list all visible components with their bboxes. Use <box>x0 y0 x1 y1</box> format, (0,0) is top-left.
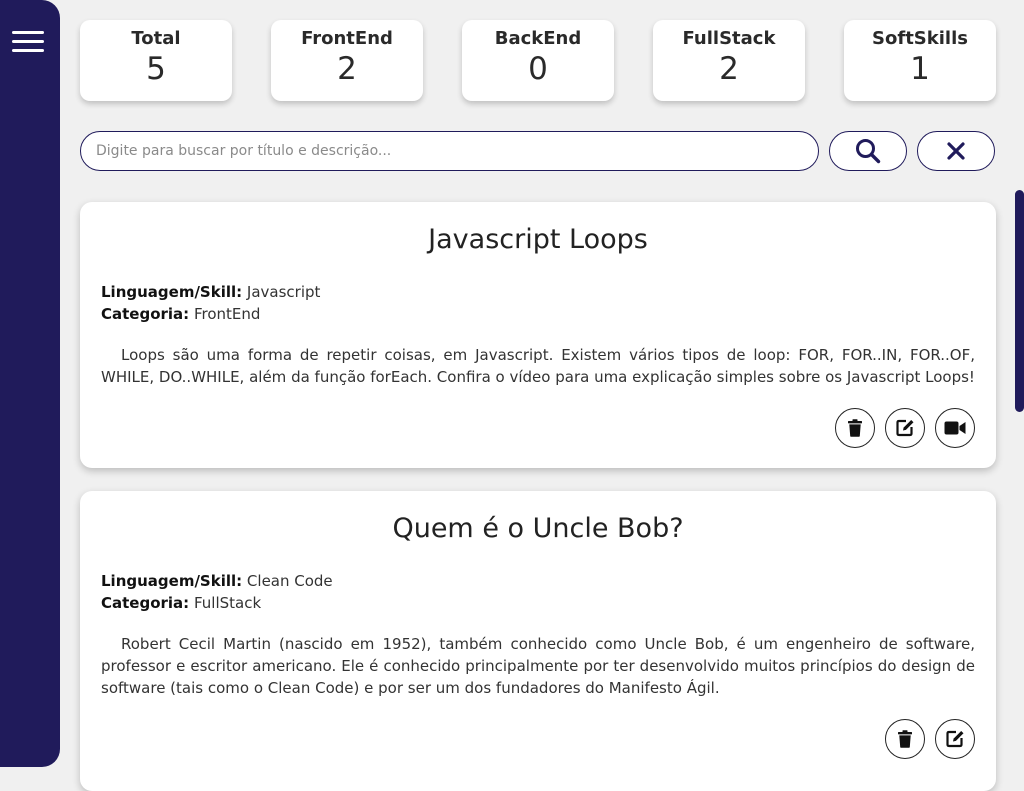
search-icon <box>856 139 881 164</box>
search-bar <box>80 131 996 171</box>
stat-label: BackEnd <box>494 28 582 49</box>
card-category: Categoria: FullStack <box>101 592 975 614</box>
category-label: Categoria: <box>101 594 190 612</box>
stat-label: FrontEnd <box>301 28 393 49</box>
card-meta: Linguagem/Skill: Clean Code Categoria: F… <box>101 570 975 614</box>
stat-value: 2 <box>719 51 739 87</box>
card-description: Robert Cecil Martin (nascido em 1952), t… <box>101 635 975 697</box>
sidebar <box>0 0 60 767</box>
search-input[interactable] <box>80 131 819 171</box>
stat-card-backend: BackEnd 0 <box>462 20 614 101</box>
delete-button[interactable] <box>835 408 875 448</box>
edit-icon <box>946 730 964 748</box>
delete-button[interactable] <box>885 719 925 759</box>
stat-label: SoftSkills <box>872 28 968 49</box>
stat-card-fullstack: FullStack 2 <box>653 20 805 101</box>
card-title: Javascript Loops <box>428 224 648 255</box>
card-language: Linguagem/Skill: Clean Code <box>101 570 975 592</box>
edit-icon <box>896 419 914 437</box>
stat-value: 5 <box>146 51 166 87</box>
card-title: Quem é o Uncle Bob? <box>392 513 684 544</box>
video-icon <box>944 421 966 435</box>
card-meta: Linguagem/Skill: Javascript Categoria: F… <box>101 281 975 325</box>
edit-button[interactable] <box>885 408 925 448</box>
stat-card-total: Total 5 <box>80 20 232 101</box>
stat-value: 2 <box>337 51 357 87</box>
stat-card-frontend: FrontEnd 2 <box>271 20 423 101</box>
stat-value: 1 <box>910 51 930 87</box>
stat-value: 0 <box>528 51 548 87</box>
card-language: Linguagem/Skill: Javascript <box>101 281 975 303</box>
trash-icon <box>898 730 912 748</box>
card-description: Loops são uma forma de repetir coisas, e… <box>101 346 975 386</box>
language-label: Linguagem/Skill: <box>101 283 243 301</box>
clear-search-button[interactable] <box>917 131 995 171</box>
search-button[interactable] <box>829 131 907 171</box>
language-value: Clean Code <box>246 572 333 590</box>
scrollbar-thumb[interactable] <box>1015 190 1024 412</box>
language-label: Linguagem/Skill: <box>101 572 243 590</box>
card-actions <box>835 408 975 448</box>
edit-button[interactable] <box>935 719 975 759</box>
video-button[interactable] <box>935 408 975 448</box>
stat-label: FullStack <box>682 28 776 49</box>
hamburger-menu-icon[interactable] <box>12 31 44 55</box>
category-value: FrontEnd <box>193 305 261 323</box>
stat-label: Total <box>131 28 181 49</box>
card-actions <box>835 719 975 759</box>
close-icon <box>947 142 965 160</box>
trash-icon <box>848 419 862 437</box>
category-label: Categoria: <box>101 305 190 323</box>
tip-card: Javascript Loops Linguagem/Skill: Javasc… <box>80 202 996 468</box>
tip-card: Quem é o Uncle Bob? Linguagem/Skill: Cle… <box>80 491 996 791</box>
card-category: Categoria: FrontEnd <box>101 303 975 325</box>
category-value: FullStack <box>193 594 262 612</box>
stats-bar: Total 5 FrontEnd 2 BackEnd 0 FullStack 2… <box>80 20 996 101</box>
stat-card-softskills: SoftSkills 1 <box>844 20 996 101</box>
language-value: Javascript <box>246 283 321 301</box>
